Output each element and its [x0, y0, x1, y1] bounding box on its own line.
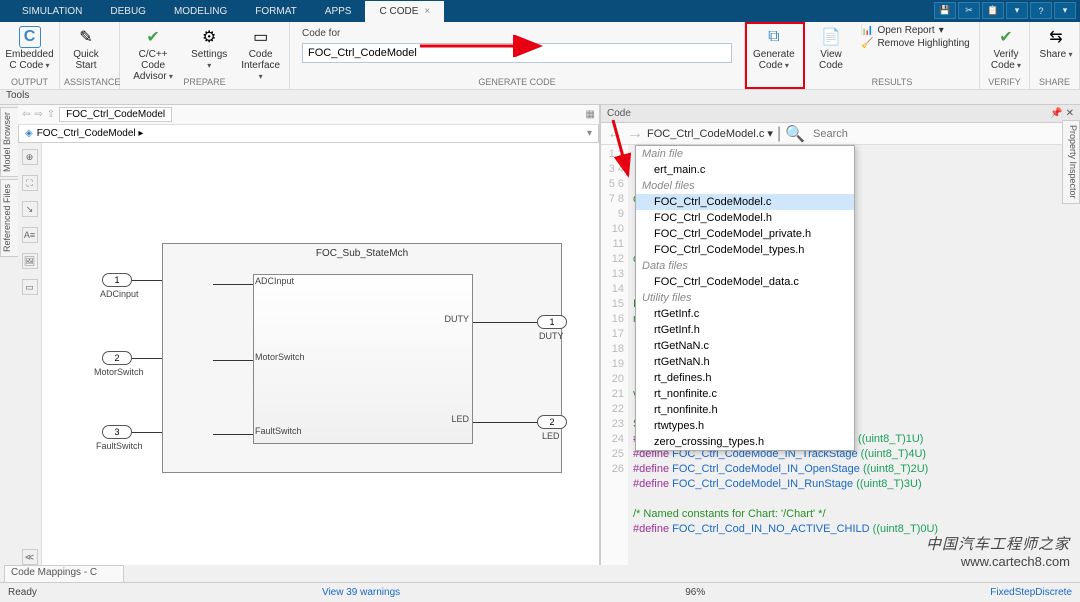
file-item[interactable]: FOC_Ctrl_CodeModel.c — [636, 194, 854, 210]
file-item[interactable]: FOC_Ctrl_CodeModel.h — [636, 210, 854, 226]
code-advisor-button[interactable]: ✔C/C++ Code Advisor — [124, 24, 182, 84]
close-code-icon[interactable]: ✕ — [1066, 108, 1074, 119]
file-item[interactable]: rtGetInf.c — [636, 306, 854, 322]
arrow-tool-icon[interactable]: ↘ — [22, 201, 38, 217]
settings-button[interactable]: ⚙Settings — [186, 24, 232, 73]
referenced-files-tab[interactable]: Referenced Files — [0, 179, 18, 257]
property-inspector-tab[interactable]: Property Inspector — [1062, 120, 1080, 204]
pin-icon[interactable]: 📌 — [1050, 108, 1062, 119]
file-item[interactable]: FOC_Ctrl_CodeModel_private.h — [636, 226, 854, 242]
line-gutter: 1 2 3 4 5 6 7 8 9 10 11 12 13 14 15 16 1… — [601, 145, 629, 565]
code-pane-title: Code — [607, 108, 631, 119]
tools-bar: Tools — [0, 90, 1080, 105]
inport-2[interactable]: 2 — [102, 351, 132, 365]
file-item[interactable]: zero_crossing_types.h — [636, 434, 854, 450]
code-for-input[interactable] — [302, 43, 732, 63]
tab-modeling[interactable]: MODELING — [160, 1, 241, 22]
tab-ccode[interactable]: C CODE× — [365, 1, 444, 22]
file-item[interactable]: FOC_Ctrl_CodeModel_data.c — [636, 274, 854, 290]
quick-start-button[interactable]: ✎Quick Start — [64, 24, 108, 73]
file-selector[interactable]: FOC_Ctrl_CodeModel.c ▾ — [647, 127, 773, 140]
file-item[interactable]: rtGetNaN.h — [636, 354, 854, 370]
code-mappings-tab[interactable]: Code Mappings - C — [4, 565, 124, 582]
top-tab-bar: SIMULATION DEBUG MODELING FORMAT APPS C … — [0, 0, 1080, 22]
text-tool-icon[interactable]: A≡ — [22, 227, 38, 243]
img-tool-icon[interactable]: 🖼 — [22, 253, 38, 269]
search-icon: 🔍 — [785, 124, 805, 144]
file-item[interactable]: rt_defines.h — [636, 370, 854, 386]
nav-back-icon[interactable]: ← — [607, 125, 623, 143]
tab-format[interactable]: FORMAT — [241, 1, 310, 22]
nav-fwd-icon[interactable]: → — [627, 125, 643, 143]
zoom-tool-icon[interactable]: ⊕ — [22, 149, 38, 165]
status-bar: Ready View 39 warnings 96% FixedStepDisc… — [0, 582, 1080, 602]
save-icon[interactable]: 💾 — [934, 2, 956, 19]
remove-highlight-button[interactable]: 🧹 Remove Highlighting — [857, 37, 974, 50]
fit-tool-icon[interactable]: ⛶ — [22, 175, 38, 191]
outport-1[interactable]: 1 — [537, 315, 567, 329]
generate-code-button[interactable]: ⧉Generate Code — [749, 24, 799, 73]
more-tool-icon[interactable]: ≪ — [22, 549, 38, 565]
close-icon[interactable]: × — [424, 6, 430, 17]
code-pane: Code📌 ✕ ← → FOC_Ctrl_CodeModel.c ▾ | 🔍 1… — [600, 105, 1080, 565]
open-report-button[interactable]: 📊 Open Report ▾ — [857, 24, 974, 37]
inport-1[interactable]: 1 — [102, 273, 132, 287]
file-item[interactable]: rt_nonfinite.h — [636, 402, 854, 418]
file-item[interactable]: rtGetNaN.c — [636, 338, 854, 354]
file-item[interactable]: rtGetInf.h — [636, 322, 854, 338]
view-code-button[interactable]: 📄View Code — [809, 24, 853, 73]
verify-code-button[interactable]: ✔Verify Code — [984, 24, 1028, 73]
search-input[interactable] — [809, 126, 1074, 142]
outport-2[interactable]: 2 — [537, 415, 567, 429]
paste-icon[interactable]: 📋 — [982, 2, 1004, 19]
cut-icon[interactable]: ✂ — [958, 2, 980, 19]
embedded-c-code-button[interactable]: CEmbedded C Code — [4, 24, 55, 73]
nav-back-icon[interactable]: ⇦ — [22, 109, 30, 120]
model-tab[interactable]: FOC_Ctrl_CodeModel — [59, 107, 172, 122]
file-item[interactable]: ert_main.c — [636, 162, 854, 178]
subsystem-block[interactable]: FOC_Sub_StateMch ADCInput MotorSwitch Fa… — [162, 243, 562, 473]
dropdown-icon[interactable]: ▾ — [1006, 2, 1028, 19]
tile-icon[interactable]: ▦ — [586, 109, 595, 120]
nav-fwd-icon[interactable]: ⇨ — [34, 109, 42, 120]
breadcrumb-path[interactable]: ◈FOC_Ctrl_CodeModel ▸ ▾ — [18, 125, 599, 143]
tab-debug[interactable]: DEBUG — [96, 1, 160, 22]
model-browser-tab[interactable]: Model Browser — [0, 107, 18, 177]
watermark: 中国汽车工程师之家 www.cartech8.com — [926, 533, 1070, 569]
file-item[interactable]: rtwtypes.h — [636, 418, 854, 434]
inport-3[interactable]: 3 — [102, 425, 132, 439]
tab-apps[interactable]: APPS — [311, 1, 366, 22]
code-for-label: Code for — [302, 28, 732, 39]
more-icon[interactable]: ▾ — [1054, 2, 1076, 19]
file-dropdown[interactable]: Main file ert_main.c Model files FOC_Ctr… — [635, 145, 855, 451]
code-interface-button[interactable]: ▭Code Interface — [236, 24, 285, 84]
ribbon: CEmbedded C Code OUTPUT ✎Quick Start ASS… — [0, 22, 1080, 90]
gear-icon: ⚙ — [198, 26, 220, 48]
file-item[interactable]: FOC_Ctrl_CodeModel_types.h — [636, 242, 854, 258]
nav-up-icon[interactable]: ⇧ — [47, 109, 55, 120]
block-title: FOC_Sub_StateMch — [163, 244, 561, 263]
tab-simulation[interactable]: SIMULATION — [8, 1, 96, 22]
file-item[interactable]: rt_nonfinite.c — [636, 386, 854, 402]
area-tool-icon[interactable]: ▭ — [22, 279, 38, 295]
model-canvas[interactable]: FOC_Sub_StateMch ADCInput MotorSwitch Fa… — [42, 143, 599, 565]
share-button[interactable]: ⇆Share — [1034, 24, 1078, 62]
help-icon[interactable]: ? — [1030, 2, 1052, 19]
